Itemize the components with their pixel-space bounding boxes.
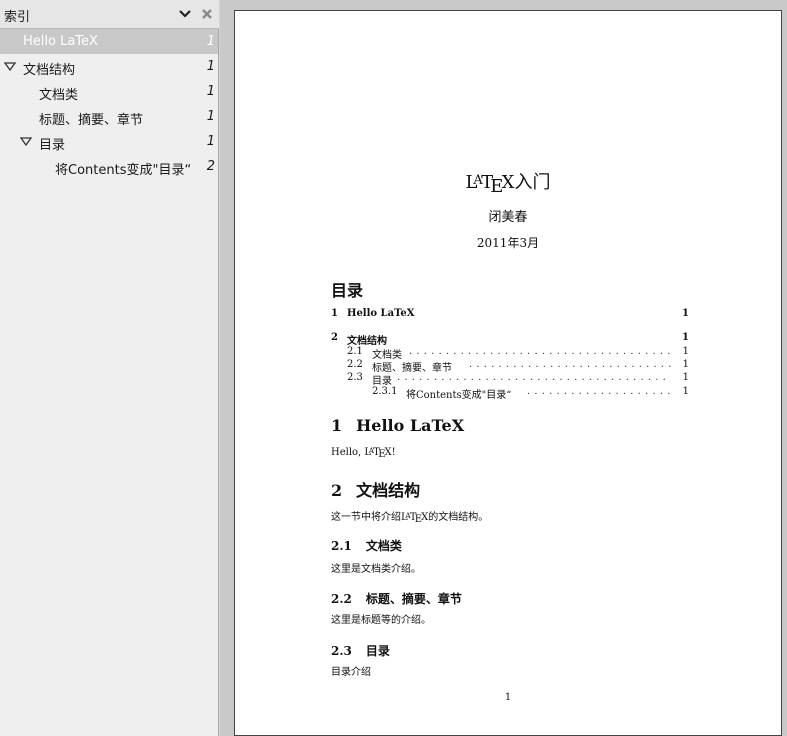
outline-item-label: 文档结构 <box>23 63 76 78</box>
outline-item-page: 1 <box>206 34 215 49</box>
outline-item-toc[interactable]: 目录 1 <box>0 129 218 154</box>
chevron-down-icon[interactable] <box>177 6 193 22</box>
section-2-1-body: 这里是文档类介绍。 <box>331 564 421 575</box>
outline-item-page: 1 <box>206 109 215 124</box>
document-page: LATEX入门 闭美春 2011年3月 目录 1 Hello LaTeX 1 2… <box>234 10 782 736</box>
section-2-3-heading: 2.3 目录 <box>331 644 390 658</box>
outline-item-document-class[interactable]: 文档类 1 <box>0 79 218 104</box>
expander-triangle-icon[interactable] <box>3 61 17 72</box>
section-2-heading: 2 文档结构 <box>331 481 421 500</box>
toc-entry[interactable]: 2.2 标题、摘要、章节 ...........................… <box>331 359 689 374</box>
document-view[interactable]: LATEX入门 闭美春 2011年3月 目录 1 Hello LaTeX 1 2… <box>220 0 787 736</box>
outline-sidebar: 索引 Hello LaTeX 1 文档结构 1 文档类 1 标题、摘要、章节 1 <box>0 0 219 736</box>
toc-entry[interactable]: 2 文档结构 1 <box>331 332 689 347</box>
outline-item-label: Hello LaTeX <box>23 34 98 49</box>
close-icon[interactable] <box>199 6 215 22</box>
latex-logo: LATEX <box>401 510 429 526</box>
outline-item-label: 将Contents变成"目录“ <box>55 163 192 178</box>
outline-item-label: 文档类 <box>39 88 79 103</box>
sidebar-header: 索引 <box>0 0 219 29</box>
outline-item-page: 2 <box>206 159 215 174</box>
document-title: LATEX入门 <box>465 172 551 197</box>
section-1-body: Hello, LATEX! <box>331 445 396 461</box>
expander-triangle-icon[interactable] <box>19 136 33 147</box>
toc-heading: 目录 <box>331 281 364 300</box>
section-2-1-heading: 2.1 文档类 <box>331 539 402 553</box>
section-2-3-body: 目录介绍 <box>331 667 371 678</box>
document-date: 2011年3月 <box>476 236 540 250</box>
section-2-body: 这一节中将介绍LATEX的文档结构。 <box>331 510 489 526</box>
outline-item-page: 1 <box>206 59 215 74</box>
section-1-heading: 1 Hello LaTeX <box>331 416 465 435</box>
toc-entry[interactable]: 2.1 文档类 ................................… <box>331 346 689 361</box>
toc-entry[interactable]: 2.3.1 将Contents变成"目录“ ..................… <box>331 386 689 401</box>
outline-item-title-abstract[interactable]: 标题、摘要、章节 1 <box>0 104 218 129</box>
latex-logo: LATEX <box>465 172 515 197</box>
toc-entry[interactable]: 1 Hello LaTeX 1 <box>331 308 689 321</box>
outline-item-page: 1 <box>206 134 215 149</box>
toc-entry[interactable]: 2.3 目录 .................................… <box>331 372 689 387</box>
outline-item-label: 目录 <box>39 138 66 153</box>
section-2-2-heading: 2.2 标题、摘要、章节 <box>331 592 462 606</box>
page-number: 1 <box>504 692 512 703</box>
sidebar-title: 索引 <box>4 10 31 25</box>
section-2-2-body: 这里是标题等的介绍。 <box>331 615 431 626</box>
outline-item-hello-latex[interactable]: Hello LaTeX 1 <box>0 29 218 54</box>
document-author: 闭美春 <box>488 210 528 225</box>
outline-item-document-structure[interactable]: 文档结构 1 <box>0 54 218 79</box>
outline-item-label: 标题、摘要、章节 <box>39 113 144 128</box>
outline-item-contents-rename[interactable]: 将Contents变成"目录“ 2 <box>0 154 218 179</box>
outline-item-page: 1 <box>206 84 215 99</box>
latex-logo: LATEX <box>364 445 392 461</box>
